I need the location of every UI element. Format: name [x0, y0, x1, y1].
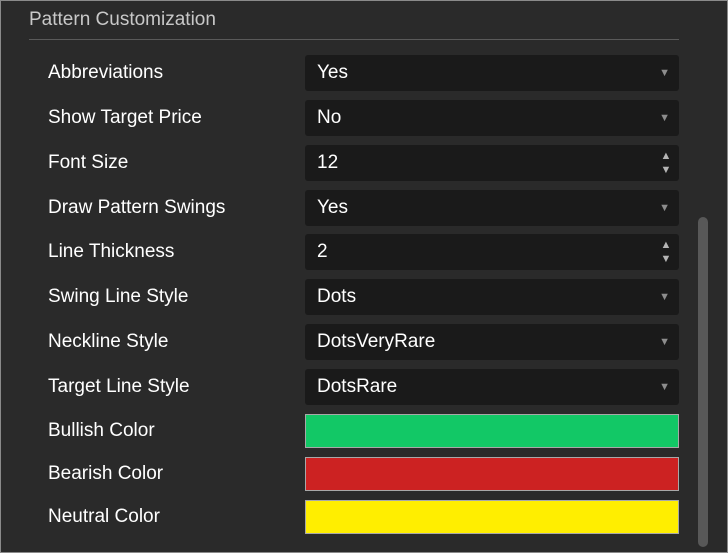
settings-panel: Pattern Customization Abbreviations Yes …	[0, 0, 728, 553]
setting-label: Bearish Color	[48, 463, 164, 484]
vertical-scrollbar[interactable]	[698, 217, 708, 547]
spin-down-icon[interactable]: ▼	[659, 252, 673, 266]
setting-label: Show Target Price	[48, 107, 202, 128]
setting-row-font-size: Font Size 12 ▲ ▼	[1, 145, 727, 181]
neutral-color-picker[interactable]	[305, 500, 679, 534]
setting-label: Line Thickness	[48, 241, 175, 262]
setting-row-draw-pattern-swings: Draw Pattern Swings Yes ▼	[1, 190, 727, 226]
neckline-style-select[interactable]: DotsVeryRare ▼	[305, 324, 679, 360]
select-value: DotsRare	[317, 376, 398, 397]
select-value: Yes	[317, 62, 348, 83]
spin-up-icon[interactable]: ▲	[659, 149, 673, 163]
swing-line-style-select[interactable]: Dots ▼	[305, 279, 679, 315]
setting-row-bullish-color: Bullish Color	[1, 413, 727, 449]
spinner-arrows-icon: ▲ ▼	[659, 238, 673, 266]
spinner-arrows-icon: ▲ ▼	[659, 149, 673, 177]
stepper-value: 12	[317, 152, 339, 173]
chevron-down-icon: ▼	[659, 67, 670, 79]
select-value: DotsVeryRare	[317, 331, 436, 352]
setting-row-target-line-style: Target Line Style DotsRare ▼	[1, 369, 727, 405]
setting-label: Neutral Color	[48, 506, 160, 527]
select-value: No	[317, 107, 342, 128]
select-value: Yes	[317, 197, 348, 218]
chevron-down-icon: ▼	[659, 202, 670, 214]
setting-row-swing-line-style: Swing Line Style Dots ▼	[1, 279, 727, 315]
chevron-down-icon: ▼	[659, 112, 670, 124]
abbreviations-select[interactable]: Yes ▼	[305, 55, 679, 91]
target-line-style-select[interactable]: DotsRare ▼	[305, 369, 679, 405]
setting-row-neutral-color: Neutral Color	[1, 499, 727, 535]
setting-label: Abbreviations	[48, 62, 164, 83]
section-divider	[29, 39, 679, 40]
chevron-down-icon: ▼	[659, 381, 670, 393]
bullish-color-picker[interactable]	[305, 414, 679, 448]
show-target-price-select[interactable]: No ▼	[305, 100, 679, 136]
bearish-color-picker[interactable]	[305, 457, 679, 491]
setting-label: Neckline Style	[48, 331, 169, 352]
draw-pattern-swings-select[interactable]: Yes ▼	[305, 190, 679, 226]
spin-up-icon[interactable]: ▲	[659, 238, 673, 252]
setting-label: Draw Pattern Swings	[48, 197, 226, 218]
setting-row-neckline-style: Neckline Style DotsVeryRare ▼	[1, 324, 727, 360]
section-title: Pattern Customization	[29, 9, 216, 30]
setting-label: Target Line Style	[48, 376, 190, 397]
chevron-down-icon: ▼	[659, 336, 670, 348]
line-thickness-stepper[interactable]: 2 ▲ ▼	[305, 234, 679, 270]
setting-row-line-thickness: Line Thickness 2 ▲ ▼	[1, 234, 727, 270]
setting-row-show-target-price: Show Target Price No ▼	[1, 100, 727, 136]
setting-row-abbreviations: Abbreviations Yes ▼	[1, 55, 727, 91]
stepper-value: 2	[317, 241, 328, 262]
spin-down-icon[interactable]: ▼	[659, 163, 673, 177]
chevron-down-icon: ▼	[659, 291, 670, 303]
setting-label: Font Size	[48, 152, 129, 173]
setting-row-bearish-color: Bearish Color	[1, 456, 727, 492]
setting-label: Bullish Color	[48, 420, 155, 441]
setting-label: Swing Line Style	[48, 286, 189, 307]
font-size-stepper[interactable]: 12 ▲ ▼	[305, 145, 679, 181]
select-value: Dots	[317, 286, 357, 307]
